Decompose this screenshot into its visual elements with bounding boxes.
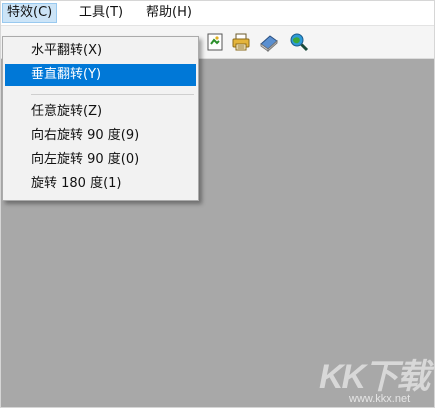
watermark-url: www.kkx.net [349, 393, 411, 405]
menu-item-flip-horizontal[interactable]: 水平翻转(X) [5, 40, 196, 62]
image-edit-icon[interactable] [205, 32, 225, 52]
book-icon[interactable] [259, 32, 279, 53]
menu-tools[interactable]: 工具(T) [75, 3, 127, 23]
effects-dropdown-menu: 水平翻转(X) 垂直翻转(Y) 任意旋转(Z) 向右旋转 90 度(9) 向左旋… [2, 36, 199, 201]
menu-item-rotate-right-90[interactable]: 向右旋转 90 度(9) [5, 125, 196, 147]
menu-separator [31, 94, 194, 95]
menu-item-rotate-arbitrary[interactable]: 任意旋转(Z) [5, 101, 196, 123]
menu-help[interactable]: 帮助(H) [142, 3, 196, 23]
menu-effects[interactable]: 特效(C) [2, 3, 58, 23]
printer-icon[interactable] [231, 32, 251, 52]
menu-item-flip-vertical[interactable]: 垂直翻转(Y) [5, 64, 196, 86]
menu-item-rotate-180[interactable]: 旋转 180 度(1) [5, 173, 196, 195]
menu-bar: 特效(C) 工具(T) 帮助(H) [1, 1, 434, 26]
app-window: 特效(C) 工具(T) 帮助(H) 水平翻转(X) 垂直翻转(Y) 任意旋转(Z… [0, 0, 435, 408]
menu-item-rotate-left-90[interactable]: 向左旋转 90 度(0) [5, 149, 196, 171]
watermark-logo: KK下载 [319, 358, 430, 396]
zoom-globe-icon[interactable] [289, 32, 309, 52]
